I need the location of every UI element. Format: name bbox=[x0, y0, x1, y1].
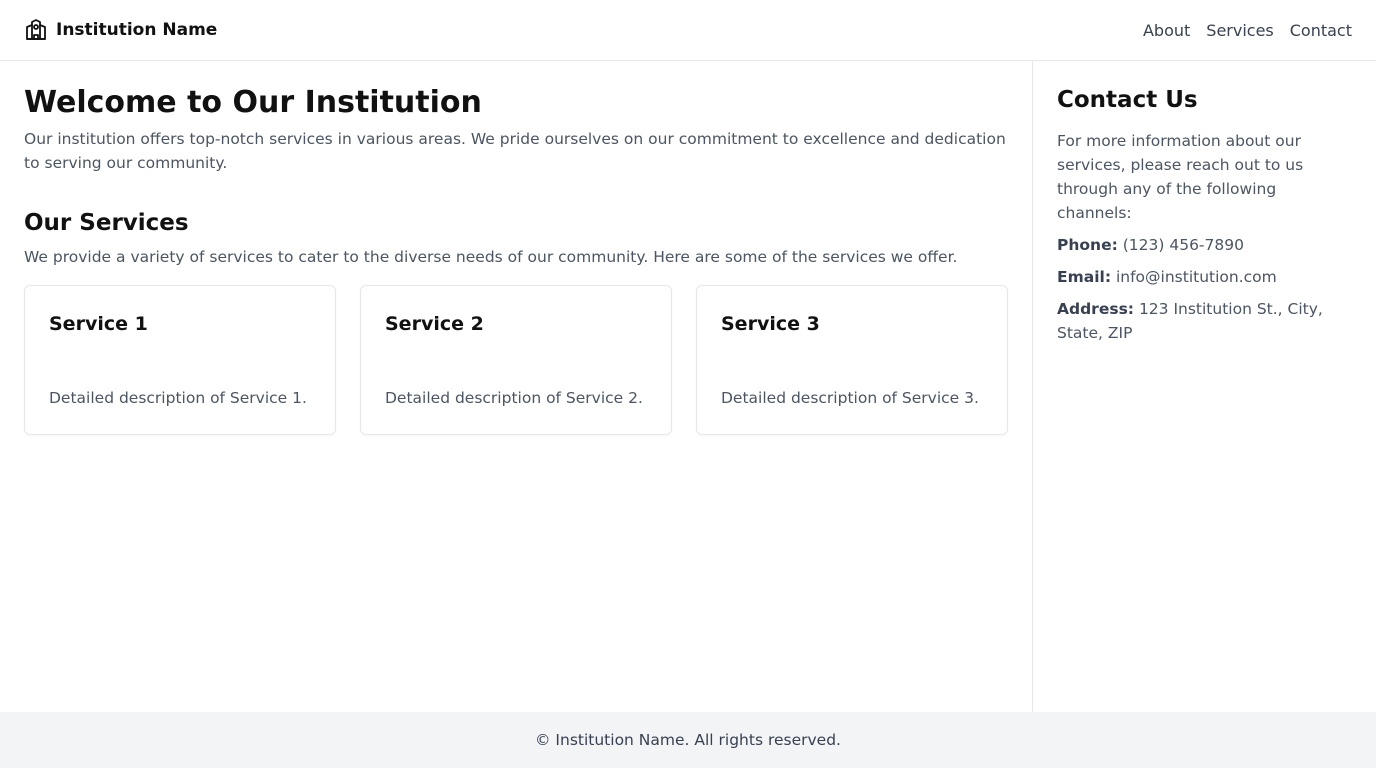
contact-email: Email: info@institution.com bbox=[1057, 265, 1352, 289]
service-card-title: Service 3 bbox=[721, 313, 820, 335]
service-card: Service 1 Detailed description of Servic… bbox=[24, 285, 336, 435]
school-building-icon bbox=[24, 18, 48, 42]
nav-link-services[interactable]: Services bbox=[1206, 21, 1273, 40]
main-nav: About Services Contact bbox=[1143, 21, 1352, 40]
service-card-title: Service 1 bbox=[49, 313, 148, 335]
contact-sidebar: Contact Us For more information about ou… bbox=[1032, 61, 1376, 712]
service-card-title: Service 2 bbox=[385, 313, 484, 335]
contact-intro: For more information about our services,… bbox=[1057, 132, 1304, 222]
service-card-description: Detailed description of Service 1. bbox=[49, 389, 307, 407]
nav-link-contact[interactable]: Contact bbox=[1290, 21, 1352, 40]
nav-link-about[interactable]: About bbox=[1143, 21, 1190, 40]
services-description: We provide a variety of services to cate… bbox=[24, 248, 958, 266]
brand-name: Institution Name bbox=[56, 20, 218, 40]
intro-paragraph: Our institution offers top-notch service… bbox=[24, 130, 1006, 172]
service-card-description: Detailed description of Service 2. bbox=[385, 389, 643, 407]
service-card: Service 2 Detailed description of Servic… bbox=[360, 285, 672, 435]
services-heading: Our Services bbox=[24, 210, 189, 236]
email-value: info@institution.com bbox=[1115, 268, 1277, 286]
phone-label: Phone: bbox=[1057, 236, 1118, 254]
main-content: Welcome to Our Institution Our instituti… bbox=[0, 61, 1032, 712]
services-list: Service 1 Detailed description of Servic… bbox=[24, 285, 1008, 435]
contact-phone: Phone: (123) 456-7890 bbox=[1057, 233, 1352, 257]
brand[interactable]: Institution Name bbox=[24, 18, 217, 42]
contact-heading: Contact Us bbox=[1057, 87, 1198, 113]
service-card: Service 3 Detailed description of Servic… bbox=[696, 285, 1008, 435]
top-navbar: Institution Name About Services Contact bbox=[0, 0, 1376, 61]
address-label: Address: bbox=[1057, 300, 1134, 318]
email-label: Email: bbox=[1057, 268, 1112, 286]
phone-value: (123) 456-7890 bbox=[1122, 236, 1244, 254]
page-footer: © Institution Name. All rights reserved. bbox=[0, 712, 1376, 768]
page-title: Welcome to Our Institution bbox=[24, 85, 482, 120]
service-card-description: Detailed description of Service 3. bbox=[721, 389, 979, 407]
footer-copyright: © Institution Name. All rights reserved. bbox=[535, 731, 841, 749]
contact-address: Address: 123 Institution St., City, Stat… bbox=[1057, 297, 1352, 345]
